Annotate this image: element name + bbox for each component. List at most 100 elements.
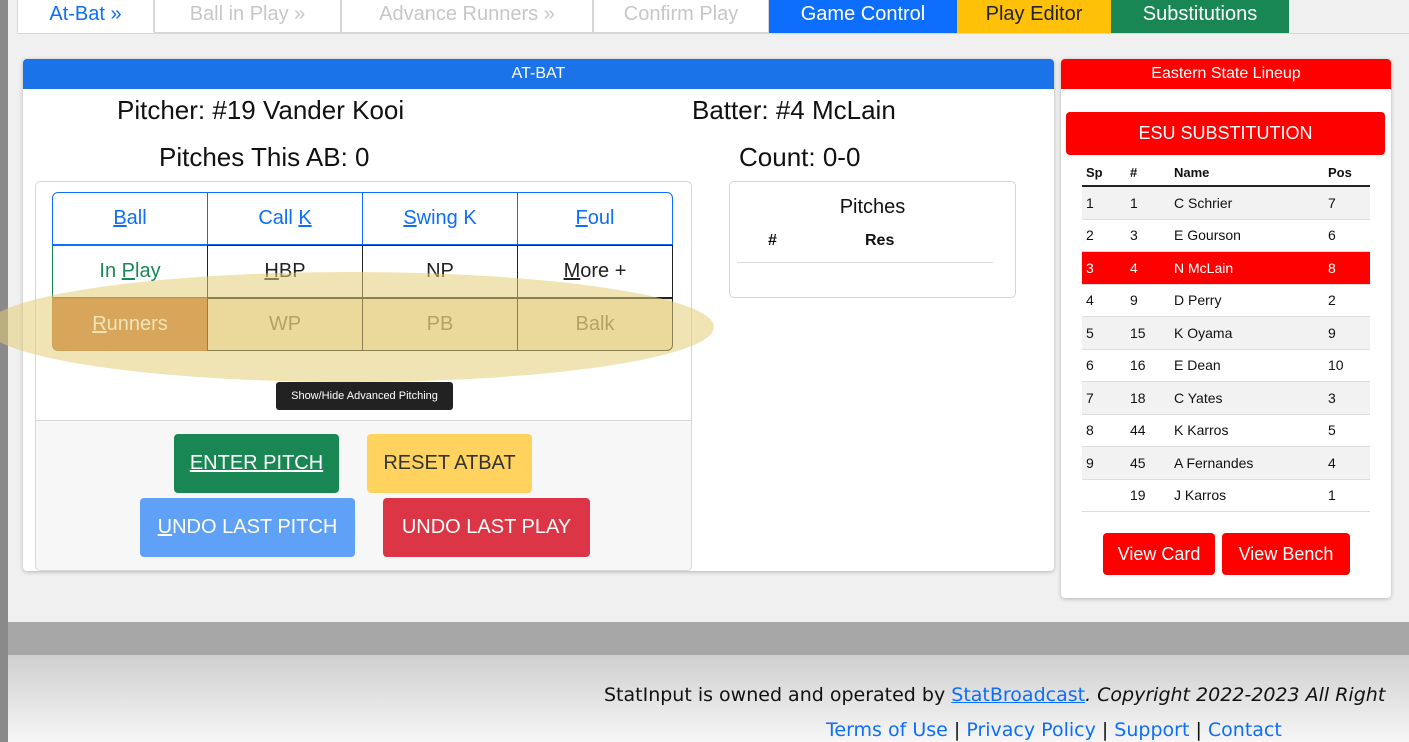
lineup-cell-name: D Perry — [1170, 284, 1324, 317]
lineup-cell-num: 4 — [1126, 251, 1170, 285]
col-sp: Sp — [1082, 159, 1126, 187]
lineup-cell-sp: 5 — [1082, 316, 1126, 350]
wp-button[interactable]: WP — [207, 298, 363, 351]
pitches-divider — [737, 262, 993, 263]
lineup-cell-sp: 1 — [1082, 186, 1126, 220]
reset-atbat-button[interactable]: RESET ATBAT — [367, 434, 532, 493]
balk-button[interactable]: Balk — [517, 298, 673, 351]
lineup-row[interactable]: 9 45 A Fernandes 4 — [1082, 446, 1370, 480]
lineup-cell-num: 9 — [1126, 284, 1170, 317]
count-label: Count: 0-0 — [739, 142, 861, 172]
lineup-cell-name: N McLain — [1170, 251, 1324, 285]
lineup-cell-num: 44 — [1126, 414, 1170, 447]
lineup-row[interactable]: 8 44 K Karros 5 — [1082, 414, 1370, 447]
pitches-col-res: Res — [865, 232, 895, 249]
undo-last-play-button[interactable]: UNDO LAST PLAY — [383, 498, 590, 557]
lineup-cell-pos: 4 — [1324, 446, 1370, 480]
lineup-cell-num: 18 — [1126, 381, 1170, 415]
col-pos: Pos — [1324, 159, 1370, 187]
pitch-button-grid: Ball Call K Swing K Foul In Play H BP NP … — [52, 192, 677, 351]
np-button[interactable]: NP — [362, 245, 518, 298]
ball-button[interactable]: Ball — [52, 192, 208, 245]
hbp-button[interactable]: H BP — [207, 245, 363, 298]
advanced-pitching-tooltip: Show/Hide Advanced Pitching — [276, 382, 453, 410]
lineup-cell-sp: 2 — [1082, 219, 1126, 252]
lineup-cell-name: C Yates — [1170, 381, 1324, 415]
lineup-cell-num: 45 — [1126, 446, 1170, 480]
tab-play-editor[interactable]: Play Editor — [957, 0, 1111, 33]
lineup-row[interactable]: 6 16 E Dean 10 — [1082, 349, 1370, 382]
lineup-cell-pos: 10 — [1324, 349, 1370, 382]
batter-label: Batter: #4 McLain — [692, 95, 896, 125]
lineup-cell-pos: 1 — [1324, 479, 1370, 512]
lineup-cell-name: E Gourson — [1170, 219, 1324, 252]
lineup-cell-name: K Oyama — [1170, 316, 1324, 350]
lineup-cell-name: J Karros — [1170, 479, 1324, 512]
pitches-col-num: # — [768, 232, 777, 249]
window-left-edge — [0, 0, 8, 742]
pitcher-label: Pitcher: #19 Vander Kooi — [117, 95, 405, 125]
pitches-this-ab: Pitches This AB: 0 — [159, 142, 370, 172]
statbroadcast-link[interactable]: StatBroadcast — [951, 684, 1085, 706]
terms-of-use-link[interactable]: Terms of Use — [826, 719, 948, 741]
lineup-cell-name: K Karros — [1170, 414, 1324, 447]
lineup-cell-sp: 7 — [1082, 381, 1126, 415]
at-bat-header: AT-BAT — [23, 59, 1054, 89]
lineup-cell-num: 1 — [1126, 186, 1170, 220]
lineup-cell-sp: 3 — [1082, 251, 1126, 285]
pitch-input-panel: Ball Call K Swing K Foul In Play H BP NP … — [35, 181, 692, 571]
lineup-cell-sp: 8 — [1082, 414, 1126, 447]
lineup-row[interactable]: 19 J Karros 1 — [1082, 479, 1370, 512]
tab-game-control[interactable]: Game Control — [769, 0, 957, 33]
footer-links: Terms of Use | Privacy Policy | Support … — [826, 719, 1282, 741]
in-play-button[interactable]: In Play — [52, 245, 208, 298]
pitches-title: Pitches — [839, 196, 906, 218]
view-bench-button[interactable]: View Bench — [1222, 533, 1350, 575]
more-button[interactable]: More + — [517, 245, 673, 298]
lineup-card: Eastern State Lineup ESU SUBSTITUTION Sp… — [1061, 59, 1391, 598]
col-number: # — [1126, 159, 1170, 187]
footer: StatInput is owned and operated by StatB… — [8, 655, 1409, 742]
lineup-row[interactable]: 23E Gourson 6 — [1082, 219, 1370, 252]
col-name: Name — [1170, 159, 1324, 187]
lineup-cell-pos: 5 — [1324, 414, 1370, 447]
lineup-cell-num: 16 — [1126, 349, 1170, 382]
pitch-actions-area — [36, 420, 691, 570]
tab-ball-in-play[interactable]: Ball in Play » — [154, 0, 341, 33]
lineup-row[interactable]: 11C Schrier 7 — [1082, 186, 1370, 220]
runners-button[interactable]: Runners — [52, 298, 208, 351]
privacy-policy-link[interactable]: Privacy Policy — [966, 719, 1095, 741]
footer-ownership: StatInput is owned and operated by StatB… — [604, 684, 1386, 706]
tab-advance-runners[interactable]: Advance Runners » — [341, 0, 593, 33]
lineup-row[interactable]: 5 15 K Oyama 9 — [1082, 316, 1370, 350]
lineup-row[interactable]: 49D Perry 2 — [1082, 284, 1370, 317]
lineup-cell-pos: 3 — [1324, 381, 1370, 415]
lineup-cell-num: 3 — [1126, 219, 1170, 252]
contact-link[interactable]: Contact — [1208, 719, 1282, 741]
lineup-cell-name: E Dean — [1170, 349, 1324, 382]
call-k-button[interactable]: Call K — [207, 192, 363, 245]
lineup-cell-num: 19 — [1126, 479, 1170, 512]
lineup-cell-num: 15 — [1126, 316, 1170, 350]
lineup-cell-sp: 9 — [1082, 446, 1126, 480]
undo-last-pitch-button[interactable]: U NDO LAST PITCH — [140, 498, 355, 557]
pb-button[interactable]: PB — [362, 298, 518, 351]
lineup-table: Sp # Name Pos 11C Schrier 7 2 3 E Gourson 6 3 4… — [1082, 159, 1370, 512]
esu-substitution-button[interactable]: ESU SUBSTITUTION — [1066, 112, 1385, 155]
lineup-cell-sp: 4 — [1082, 284, 1126, 317]
lineup-cell-pos: 8 — [1324, 251, 1370, 285]
swing-k-button[interactable]: Swing K — [362, 192, 518, 245]
support-link[interactable]: Support — [1114, 719, 1189, 741]
tab-at-bat[interactable]: At-Bat » — [17, 0, 154, 33]
lineup-row[interactable]: 34N McLain 8 — [1082, 251, 1370, 285]
lineup-cell-pos: 9 — [1324, 316, 1370, 350]
tab-confirm-play[interactable]: Confirm Play — [593, 0, 769, 33]
tab-substitutions[interactable]: Substitutions — [1111, 0, 1289, 33]
foul-button[interactable]: Foul — [517, 192, 673, 245]
lineup-cell-sp — [1082, 479, 1126, 512]
enter-pitch-button[interactable]: ENTER PITCH — [174, 434, 339, 493]
lineup-row[interactable]: 7 18 C Yates 3 — [1082, 381, 1370, 415]
tab-divider — [17, 33, 1409, 34]
view-card-button[interactable]: View Card — [1103, 533, 1215, 575]
pitches-table-box: Pitches # Res — [729, 181, 1016, 298]
